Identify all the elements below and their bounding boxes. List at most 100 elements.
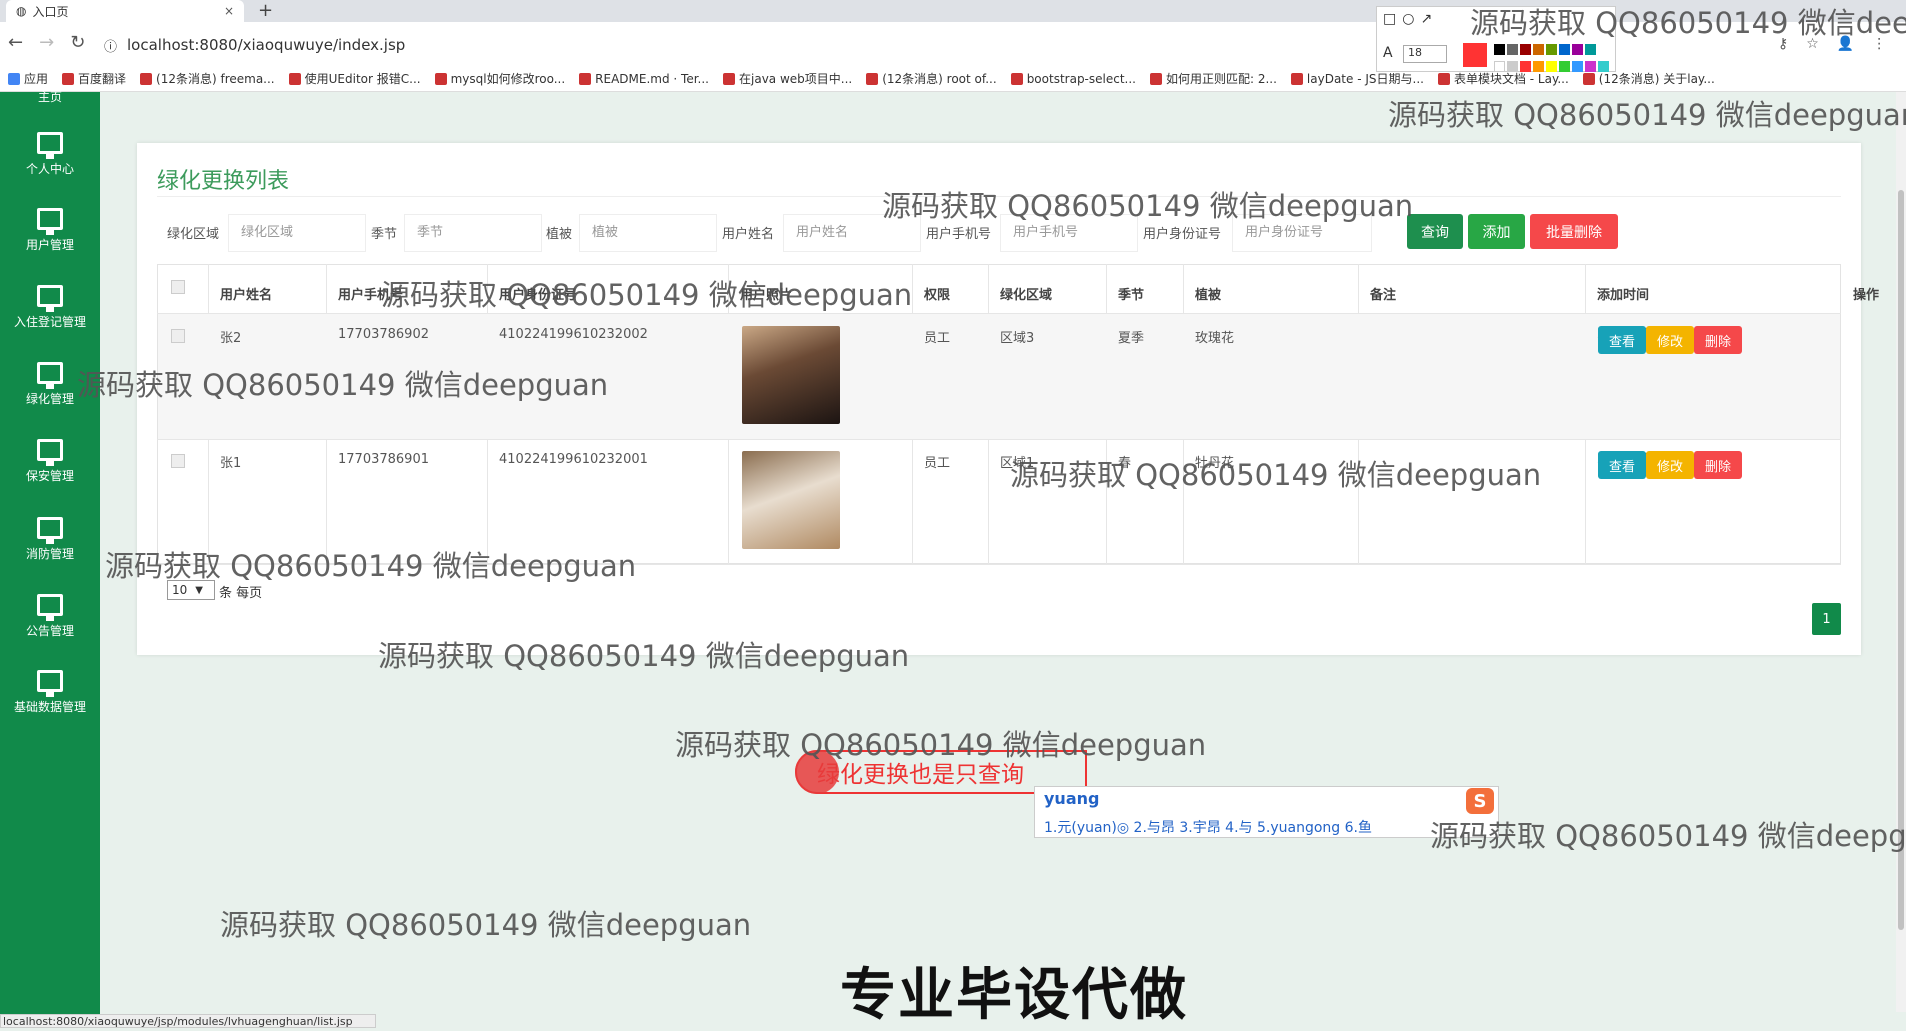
bookmark-item[interactable]: mysql如何修改roo... bbox=[434, 70, 566, 87]
column-header: 操作 bbox=[1853, 288, 1880, 303]
table-cell-area: 区域3 bbox=[1000, 331, 1035, 346]
filter-label: 植被 bbox=[546, 227, 573, 242]
close-icon[interactable]: × bbox=[224, 4, 234, 18]
filter-input[interactable]: 绿化区域 bbox=[228, 214, 366, 252]
column-header: 季节 bbox=[1118, 288, 1145, 303]
info-icon: ⓘ bbox=[104, 39, 118, 55]
column-header: 权限 bbox=[924, 288, 951, 303]
delete-button[interactable]: 删除 bbox=[1694, 326, 1742, 354]
bookmark-item[interactable]: bootstrap-select... bbox=[1010, 72, 1136, 86]
monitor-icon bbox=[37, 670, 63, 697]
bookmark-label: README.md · Ter... bbox=[595, 71, 709, 86]
watermark-text: 源码获取 QQ86050149 微信deepguan bbox=[1430, 819, 1906, 853]
ime-input-text: yuang bbox=[1044, 789, 1100, 808]
bookmark-icon bbox=[288, 72, 301, 85]
view-button[interactable]: 查看 bbox=[1598, 326, 1646, 354]
table-cell-name: 张2 bbox=[220, 331, 242, 346]
sidebar-item-7[interactable]: 公告管理 bbox=[0, 584, 100, 654]
select-all-checkbox[interactable] bbox=[171, 280, 185, 294]
filter-label: 用户手机号 bbox=[926, 227, 992, 242]
chevron-down-icon: ▼ bbox=[195, 584, 203, 596]
filter-label: 用户姓名 bbox=[722, 227, 775, 242]
filter-input[interactable]: 植被 bbox=[579, 214, 717, 252]
sidebar-item-1[interactable]: 个人中心 bbox=[0, 122, 100, 192]
sidebar-item-label: 入住登记管理 bbox=[13, 315, 86, 329]
batch-delete-button[interactable]: 批量删除 bbox=[1530, 214, 1618, 249]
query-button[interactable]: 查询 bbox=[1407, 214, 1463, 249]
sidebar-item-label: 绿化管理 bbox=[25, 392, 74, 406]
reload-icon[interactable]: ↻ bbox=[70, 32, 85, 53]
bookmark-item[interactable]: 如何用正则匹配: 2... bbox=[1149, 70, 1277, 87]
pagination-page-1[interactable]: 1 bbox=[1812, 603, 1841, 635]
watermark-text: 源码获取 QQ86050149 微信deepguan bbox=[220, 908, 752, 942]
sidebar-item-label: 保安管理 bbox=[25, 469, 74, 483]
sidebar-home-label[interactable]: 主页 bbox=[0, 88, 100, 105]
filter-label: 季节 bbox=[371, 227, 398, 242]
bookmark-icon bbox=[1437, 72, 1450, 85]
sidebar-item-label: 公告管理 bbox=[25, 624, 74, 638]
bookmark-icon bbox=[1010, 72, 1023, 85]
bookmark-item[interactable]: (12条消息) freema... bbox=[140, 70, 275, 87]
bookmark-label: mysql如何修改roo... bbox=[450, 72, 566, 86]
url-text: localhost:8080/xiaoquwuye/index.jsp bbox=[127, 36, 406, 54]
sidebar-item-label: 消防管理 bbox=[25, 547, 74, 561]
edit-button[interactable]: 修改 bbox=[1646, 451, 1694, 479]
watermark-text: 源码获取 QQ86050149 微信deepguan bbox=[675, 728, 1207, 762]
column-header: 备注 bbox=[1370, 288, 1397, 303]
watermark-text: 源码获取 QQ86050149 微信deepguan bbox=[77, 368, 609, 402]
column-header: 添加时间 bbox=[1597, 288, 1650, 303]
bookmark-item[interactable]: README.md · Ter... bbox=[579, 72, 709, 86]
monitor-icon bbox=[37, 362, 63, 389]
bookmark-item[interactable]: 百度翻译 bbox=[62, 70, 126, 87]
sidebar-item-label: 基础数据管理 bbox=[13, 700, 86, 714]
table-cell-role: 员工 bbox=[924, 456, 951, 471]
watermark-text: 源码获取 QQ86050149 微信deepguan bbox=[882, 189, 1414, 223]
nav-buttons: ← → ↻ bbox=[8, 32, 85, 53]
table-cell-phone: 17703786901 bbox=[338, 452, 429, 467]
shape-tools-icon[interactable]: □○↗ bbox=[1383, 11, 1438, 27]
watermark-text: 源码获取 QQ86050149 微信deepguan bbox=[105, 549, 637, 583]
ime-candidates[interactable]: 1.元(yuan)◎ 2.与昂 3.宇昂 4.与 5.yuangong 6.鱼 bbox=[1044, 817, 1372, 837]
table-cell-name: 张1 bbox=[220, 456, 242, 471]
color-palette[interactable] bbox=[1493, 43, 1613, 77]
sidebar-item-8[interactable]: 基础数据管理 bbox=[0, 660, 100, 730]
edit-button[interactable]: 修改 bbox=[1646, 326, 1694, 354]
delete-button[interactable]: 删除 bbox=[1694, 451, 1742, 479]
row-checkbox[interactable] bbox=[171, 454, 185, 468]
sidebar-item-5[interactable]: 保安管理 bbox=[0, 429, 100, 499]
table-cell-role: 员工 bbox=[924, 331, 951, 346]
text-tool-icon[interactable]: A bbox=[1383, 45, 1393, 61]
filter-input[interactable]: 季节 bbox=[404, 214, 542, 252]
new-tab-button[interactable]: + bbox=[258, 0, 273, 22]
table-cell-plant: 玫瑰花 bbox=[1195, 331, 1235, 346]
url-field[interactable]: ⓘ localhost:8080/xiaoquwuye/index.jsp bbox=[104, 32, 1344, 58]
add-button[interactable]: 添加 bbox=[1468, 214, 1525, 249]
table-cell-season: 夏季 bbox=[1118, 331, 1145, 346]
column-header: 绿化区域 bbox=[1000, 288, 1053, 303]
sidebar-item-3[interactable]: 入住登记管理 bbox=[0, 275, 100, 345]
monitor-icon bbox=[37, 517, 63, 544]
back-arrow-icon[interactable]: ← bbox=[8, 32, 23, 53]
filter-label: 用户身份证号 bbox=[1143, 227, 1222, 242]
watermark-text: 源码获取 QQ86050149 微信deepguan bbox=[1010, 458, 1542, 492]
row-divider bbox=[157, 439, 1841, 440]
bookmark-item[interactable]: (12条消息) root of... bbox=[866, 70, 997, 87]
sidebar-item-6[interactable]: 消防管理 bbox=[0, 507, 100, 577]
font-size-select[interactable]: 18 bbox=[1403, 45, 1447, 63]
watermark-text: 源码获取 QQ86050149 微信deepguan bbox=[1470, 6, 1906, 40]
table-cell-phone: 17703786902 bbox=[338, 327, 429, 342]
bookmark-item[interactable]: layDate - JS日期与... bbox=[1290, 70, 1424, 87]
bookmark-item[interactable]: 在java web项目中... bbox=[723, 70, 852, 87]
current-color-swatch[interactable] bbox=[1463, 43, 1487, 67]
view-button[interactable]: 查看 bbox=[1598, 451, 1646, 479]
bookmark-item[interactable]: 应用 bbox=[8, 70, 48, 87]
sidebar-item-2[interactable]: 用户管理 bbox=[0, 198, 100, 268]
filter-label: 绿化区域 bbox=[167, 227, 220, 242]
row-checkbox[interactable] bbox=[171, 329, 185, 343]
page-size-value: 10 bbox=[172, 583, 188, 597]
bookmark-item[interactable]: 使用UEditor 报错C... bbox=[288, 70, 421, 87]
user-photo bbox=[742, 451, 840, 549]
forward-arrow-icon[interactable]: → bbox=[39, 32, 54, 53]
bookmark-label: 如何用正则匹配: 2... bbox=[1165, 72, 1277, 86]
browser-tab[interactable]: ◍ 入口页 × bbox=[6, 0, 244, 22]
